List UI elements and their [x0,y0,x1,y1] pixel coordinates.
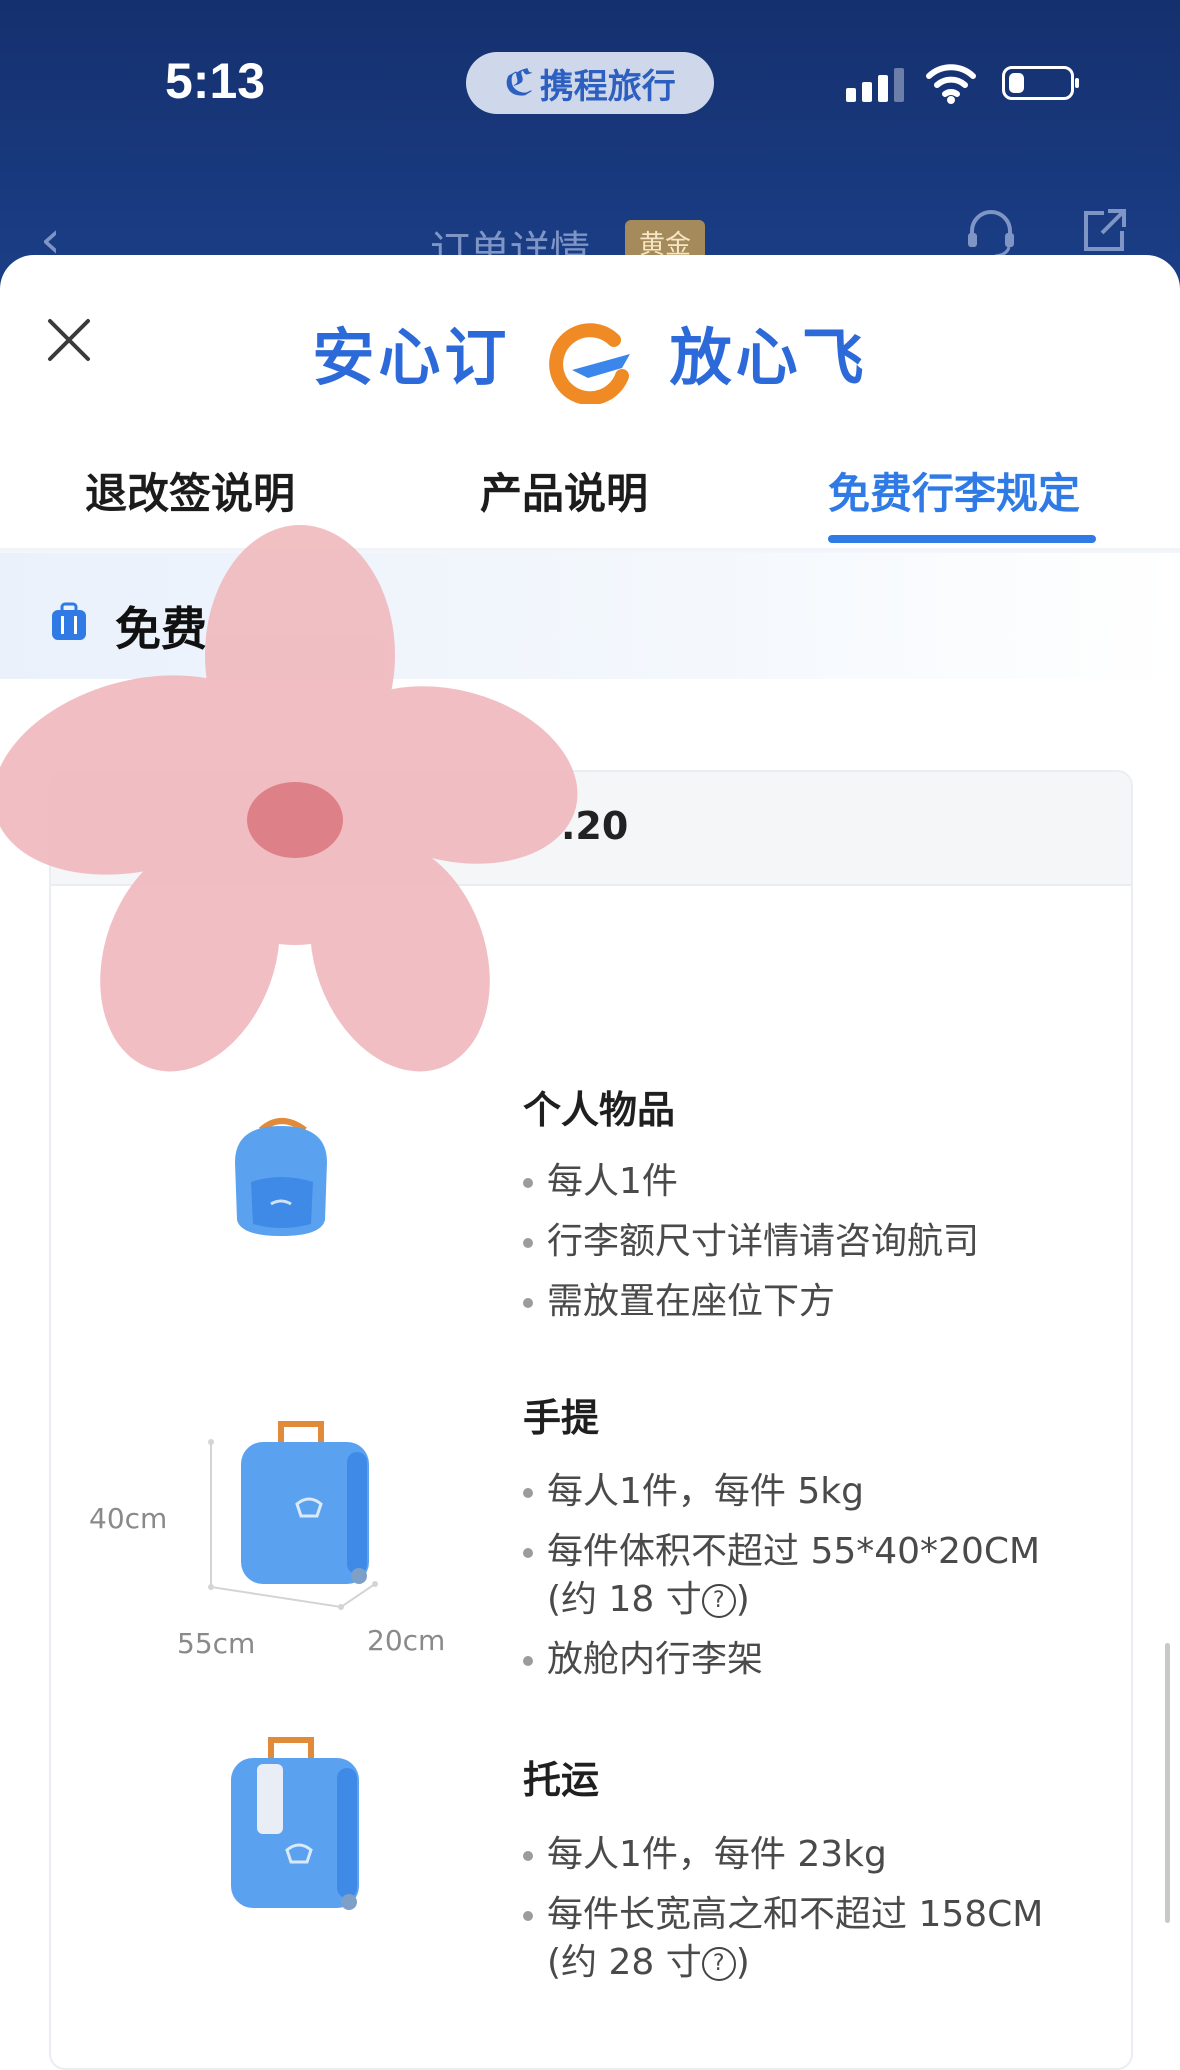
battery-level [1009,73,1024,93]
blossom-sticker-overlay [0,525,578,1072]
carry-on-bullet-text: 放舱内行李架 [547,1639,764,1680]
help-question-icon[interactable]: ? [701,1584,736,1618]
checked-bullet: 每人1件，每件 23kg [523,1825,887,1877]
slogan-banner: 安心订 放心飞 [0,307,1180,404]
bullet-dot [523,1911,533,1921]
battery-icon [1002,66,1079,100]
status-time: 5:13 [165,53,266,109]
active-tab-indicator [828,535,1096,543]
carry-on-bullet-text: 每件体积不超过 55*40*20CM [547,1531,1041,1572]
carry-on-bullet: 每人1件，每件 5kg [523,1462,864,1514]
share-icon[interactable] [1078,205,1130,257]
bullet-dot [523,1298,533,1308]
help-question-icon[interactable]: ? [701,1947,736,1981]
carry-on-bullet: 每件体积不超过 55*40*20CM [523,1522,1040,1574]
carry-on-bullet: 放舱内行李架 [523,1630,763,1682]
scrollbar-thumb[interactable] [1165,1643,1170,1923]
bullet-dot [523,1656,533,1666]
item-title-carry-on: 手提 [523,1396,600,1440]
carry-on-bullet-text: 每人1件，每件 5kg [547,1471,864,1512]
cellular-signal-icon [846,68,904,102]
ctrip-logo-icon: ℭ [504,62,534,104]
bullet-dot [523,1548,533,1558]
bullet-dot [523,1488,533,1498]
personal-bullet: 每人1件 [523,1152,678,1204]
carry-on-suitcase-icon [208,1421,378,1610]
carry-on-size-note-end: ) [735,1579,750,1620]
bullet-dot [523,1238,533,1248]
checked-size-note-end: ) [735,1942,750,1983]
tab-free-baggage[interactable]: 免费行李规定 [828,460,1080,521]
bullet-dot [523,1178,533,1188]
checked-bullet-text: 每人1件，每件 23kg [547,1834,887,1875]
personal-bullet: 需放置在座位下方 [523,1272,835,1324]
checked-size-note: (约 28 寸 [547,1942,702,1983]
checked-bullet-note: (约 28 寸?) [523,1933,750,1985]
plane-logo-icon [549,323,630,404]
dimension-height: 40cm [89,1502,168,1535]
baggage-sheet: 安心订 放心飞 退改签说明 产品说明 免费行李规定 免费 .20 个人物品 每人… [0,255,1180,2070]
wifi-icon [926,64,976,104]
checked-bullet: 每件长宽高之和不超过 158CM [523,1885,1043,1937]
personal-bullet-text: 每人1件 [547,1161,678,1202]
personal-bullet-text: 行李额尺寸详情请咨询航司 [547,1221,980,1262]
dimension-depth: 20cm [367,1624,446,1657]
ctrip-app-label: 携程旅行 [539,66,676,107]
ctrip-app-pill[interactable]: ℭ 携程旅行 [466,52,714,114]
bullet-dot [523,1851,533,1861]
personal-bullet-text: 需放置在座位下方 [547,1281,836,1322]
checked-bullet-text: 每件长宽高之和不超过 158CM [547,1894,1044,1935]
slogan-right: 放心飞 [669,321,868,394]
carry-on-size-note: (约 18 寸 [547,1579,702,1620]
tab-refund-change[interactable]: 退改签说明 [85,460,295,521]
backpack-icon [235,1118,327,1236]
tab-product-info[interactable]: 产品说明 [480,460,648,521]
item-title-personal: 个人物品 [523,1088,676,1132]
dimension-width: 55cm [177,1627,256,1660]
personal-bullet: 行李额尺寸详情请咨询航司 [523,1212,979,1264]
carry-on-bullet-note: (约 18 寸?) [523,1570,750,1622]
checked-suitcase-icon [231,1737,359,1910]
slogan-left: 安心订 [312,321,511,394]
item-title-checked: 托运 [523,1758,600,1802]
